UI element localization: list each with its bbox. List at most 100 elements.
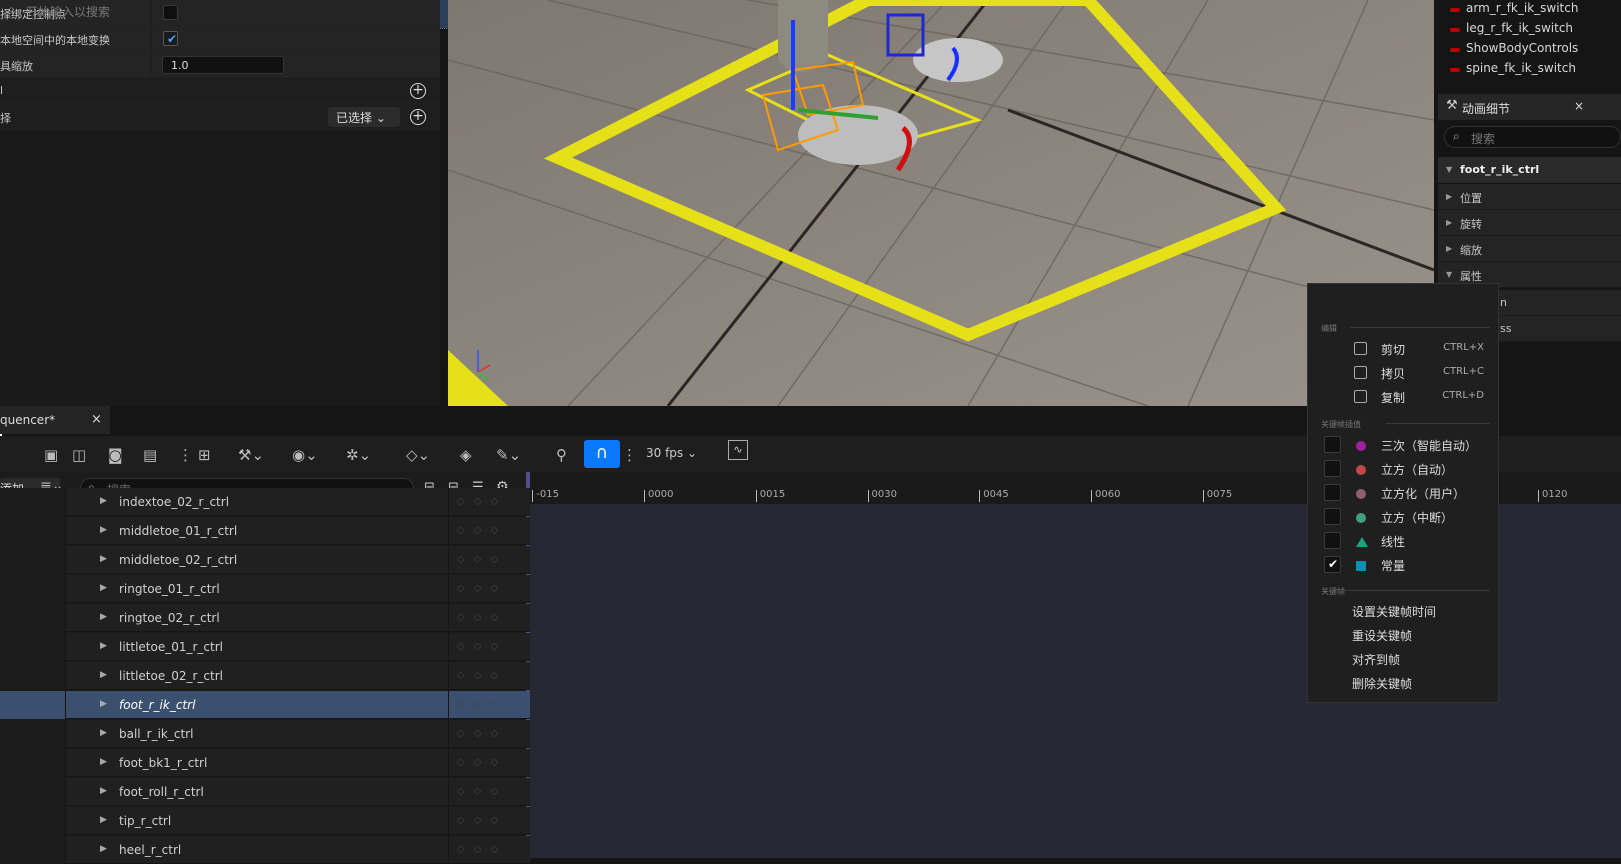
menu-item-duplicate[interactable]: 复制 CTRL+D <box>1320 386 1490 408</box>
track-row[interactable]: ▶ tip_r_ctrl ◇◇◇ <box>0 807 530 835</box>
snap-magnet-icon[interactable]: ∩ <box>584 440 620 468</box>
expand-icon[interactable]: ▶ <box>100 699 107 709</box>
key-icon[interactable]: ◇⌄ <box>406 446 430 464</box>
expand-icon[interactable]: ▶ <box>100 496 107 506</box>
key-nav-icon[interactable]: ◇◇◇ <box>448 836 522 864</box>
add-circle-icon[interactable]: + <box>410 83 426 99</box>
tree-item[interactable]: leg_r_fk_ik_switch <box>1450 21 1573 41</box>
menu-item-interp[interactable]: 立方（中断） <box>1320 506 1490 528</box>
menu-item-interp[interactable]: 立方化（用户） <box>1320 482 1490 504</box>
tree-item[interactable]: spine_fk_ik_switch <box>1450 61 1576 81</box>
checkbox[interactable] <box>1324 532 1341 549</box>
anim-details-tab[interactable]: ⚒ 动画细节 × <box>1438 94 1621 120</box>
key-nav-icon[interactable]: ◇◇◇ <box>448 546 522 574</box>
menu-item-interp[interactable]: 线性 <box>1320 530 1490 552</box>
expand-icon[interactable]: ▶ <box>100 670 107 680</box>
key-tangent-icon[interactable]: ◈ <box>460 446 472 464</box>
render-icon[interactable]: ▤ <box>143 446 157 464</box>
collapse-icon: ▼ <box>1446 270 1453 279</box>
track-row[interactable]: ▶ foot_roll_r_ctrl ◇◇◇ <box>0 778 530 806</box>
key-nav-icon[interactable]: ◇◇◇ <box>448 517 522 545</box>
scale-input[interactable]: 1.0 <box>162 56 284 74</box>
checkbox[interactable] <box>1324 436 1341 453</box>
key-nav-icon[interactable]: ◇◇◇ <box>448 749 522 777</box>
menu-item-cut[interactable]: 剪切 CTRL+X <box>1320 338 1490 360</box>
fps-dropdown[interactable]: 30 fps ⌄ <box>646 446 697 460</box>
track-row[interactable]: ▶ littletoe_01_r_ctrl ◇◇◇ <box>0 633 530 661</box>
curve-editor-icon[interactable]: ∿ <box>728 440 748 460</box>
key-nav-icon[interactable]: ◇◇◇ <box>448 720 522 748</box>
snap-options-icon[interactable]: ⋮ <box>622 446 637 464</box>
camera-icon[interactable]: ◙ <box>108 446 123 464</box>
section-scale[interactable]: ▶ 缩放 <box>1438 236 1621 262</box>
menu-label: 立方（自动） <box>1381 463 1454 477</box>
expand-icon[interactable]: ▶ <box>100 525 107 535</box>
menu-section-keys: 关键帧 <box>1321 587 1345 596</box>
tree-item[interactable]: arm_r_fk_ik_switch <box>1450 1 1578 21</box>
track-row[interactable]: ▶ indextoe_02_r_ctrl ◇◇◇ <box>0 488 530 516</box>
key-nav-icon[interactable]: ◇◇◇ <box>448 807 522 835</box>
marker-icon[interactable]: ⚲ <box>556 446 567 464</box>
section-rotation[interactable]: ▶ 旋转 <box>1438 210 1621 236</box>
object-header[interactable]: ▼ foot_r_ik_ctrl <box>1438 157 1621 183</box>
track-row[interactable]: ▶ ringtoe_02_r_ctrl ◇◇◇ <box>0 604 530 632</box>
checkbox[interactable] <box>1324 484 1341 501</box>
viewport[interactable] <box>448 0 1434 406</box>
more-icon[interactable]: ⋮ <box>178 446 193 464</box>
menu-item-key[interactable]: 对齐到帧 <box>1320 648 1490 670</box>
track-row[interactable]: ▶ foot_bk1_r_ctrl ◇◇◇ <box>0 749 530 777</box>
menu-item-key[interactable]: 重设关键帧 <box>1320 624 1490 646</box>
key-nav-icon[interactable]: ◇◇◇ <box>448 488 522 516</box>
track-row[interactable]: ▶ middletoe_01_r_ctrl ◇◇◇ <box>0 517 530 545</box>
track-row[interactable]: ▶ littletoe_02_r_ctrl ◇◇◇ <box>0 662 530 690</box>
checkbox[interactable]: ✔ <box>1324 556 1341 573</box>
checkbox[interactable] <box>163 5 178 20</box>
expand-icon[interactable]: ▶ <box>100 583 107 593</box>
expand-icon[interactable]: ▶ <box>100 757 107 767</box>
eye-icon[interactable]: ◉⌄ <box>292 446 318 464</box>
track-row[interactable]: ▶ heel_r_ctrl ◇◇◇ <box>0 836 530 864</box>
menu-item-key[interactable]: 设置关键帧时间 <box>1320 600 1490 622</box>
expand-icon[interactable]: ▶ <box>100 728 107 738</box>
key-nav-icon[interactable]: ◇◇◇ <box>448 662 522 690</box>
key-nav-icon[interactable]: ◇◇◇ <box>448 691 522 719</box>
save-icon[interactable]: ▣ <box>44 446 58 464</box>
key-nav-icon[interactable]: ◇◇◇ <box>448 633 522 661</box>
menu-item-interp[interactable]: 立方（自动） <box>1320 458 1490 480</box>
brush-icon[interactable]: ✎⌄ <box>496 446 521 464</box>
key-nav-icon[interactable]: ◇◇◇ <box>448 778 522 806</box>
tree-item[interactable]: ShowBodyControls <box>1450 41 1578 61</box>
expand-icon: ▶ <box>1446 244 1453 253</box>
section-position[interactable]: ▶ 位置 <box>1438 184 1621 210</box>
close-icon[interactable]: × <box>1574 99 1584 113</box>
expand-icon[interactable]: ▶ <box>100 641 107 651</box>
checkbox[interactable] <box>1324 508 1341 525</box>
track-row[interactable]: ▶ ball_r_ik_ctrl ◇◇◇ <box>0 720 530 748</box>
playback-icon[interactable]: ✲⌄ <box>346 446 371 464</box>
track-row[interactable]: ▶ ringtoe_01_r_ctrl ◇◇◇ <box>0 575 530 603</box>
menu-item-interp[interactable]: ✔ 常量 <box>1320 554 1490 576</box>
expand-icon[interactable]: ▶ <box>100 815 107 825</box>
track-row[interactable]: ▶ foot_r_ik_ctrl ◇◇◇ <box>0 691 530 719</box>
menu-item-copy[interactable]: 拷贝 CTRL+C <box>1320 362 1490 384</box>
menu-item-key[interactable]: 删除关键帧 <box>1320 672 1490 694</box>
browse-icon[interactable]: ◫ <box>72 446 86 464</box>
expand-icon[interactable]: ▶ <box>100 612 107 622</box>
track-row[interactable]: ▶ middletoe_02_r_ctrl ◇◇◇ <box>0 546 530 574</box>
checkbox-checked[interactable]: ✔ <box>163 31 178 46</box>
expand-icon[interactable]: ▶ <box>100 554 107 564</box>
checkbox[interactable] <box>1324 460 1341 477</box>
selection-dropdown[interactable]: 已选择 ⌄ <box>328 107 400 127</box>
add-circle-icon[interactable]: + <box>410 109 426 125</box>
key-nav-icon[interactable]: ◇◇◇ <box>448 575 522 603</box>
menu-shortcut: CTRL+X <box>1443 342 1484 353</box>
key-nav-icon[interactable]: ◇◇◇ <box>448 604 522 632</box>
expand-icon[interactable]: ▶ <box>100 844 107 854</box>
hierarchy-icon[interactable]: ⊞ <box>198 446 211 464</box>
menu-item-interp[interactable]: 三次（智能自动） <box>1320 434 1490 456</box>
close-icon[interactable]: × <box>91 412 102 427</box>
expand-icon[interactable]: ▶ <box>100 786 107 796</box>
anim-search-input[interactable]: ⌕ 搜索 <box>1444 126 1621 148</box>
tools-icon[interactable]: ⚒⌄ <box>238 446 264 464</box>
tab-sequencer[interactable]: quencer* × <box>0 406 110 434</box>
